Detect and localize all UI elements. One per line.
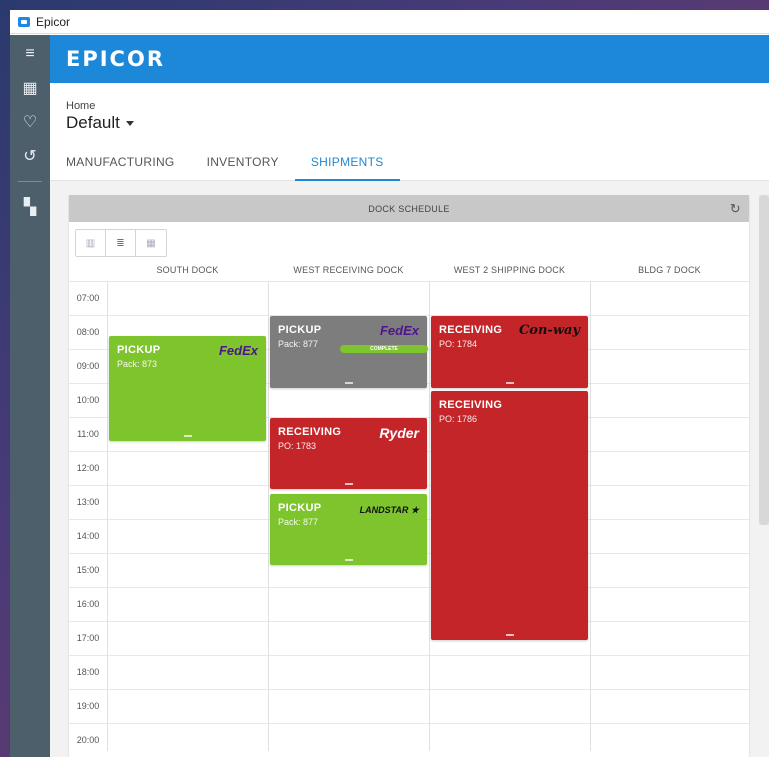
hour-row: 18:00 [69, 655, 749, 689]
resize-handle[interactable] [344, 559, 353, 561]
landstar-logo: LANDSTAR ★ [359, 505, 419, 515]
hour-label: 16:00 [76, 599, 100, 609]
fedex-logo: FedEx [218, 343, 258, 358]
hour-row: 17:00 [69, 621, 749, 655]
schedule-event-pickup-fedex-877[interactable]: PICKUP Pack: 877 FedEx COMPLETE [270, 316, 428, 388]
column-divider [107, 281, 108, 751]
panel-header: DOCK SCHEDULE ↻ [69, 195, 749, 222]
hour-row: 07:00 [69, 281, 749, 315]
hour-label: 07:00 [76, 293, 100, 303]
event-reference: Pack: 873 [117, 359, 158, 369]
window-title: Epicor [36, 14, 71, 29]
hour-label: 12:00 [76, 463, 100, 473]
hour-row: 20:00 [69, 723, 749, 751]
list-view-icon[interactable]: ≣ [106, 230, 136, 256]
dashboard-selector[interactable]: Default [66, 113, 134, 133]
schedule-event-pickup-landstar-877[interactable]: PICKUP Pack: 877 LANDSTAR ★ [270, 494, 427, 565]
resize-handle[interactable] [344, 382, 353, 384]
schedule-event-receiving-1786[interactable]: RECEIVING PO: 1786 [431, 391, 588, 640]
hour-row: 16:00 [69, 587, 749, 621]
menu-icon[interactable]: ≡ [10, 37, 50, 71]
hour-label: 14:00 [76, 531, 100, 541]
column-header-bldg-7-dock: BLDG 7 DOCK [638, 265, 701, 275]
hour-label: 18:00 [76, 667, 100, 677]
refresh-icon[interactable]: ↻ [730, 201, 741, 217]
event-type: RECEIVING [439, 399, 503, 411]
column-header-west-2-shipping-dock: WEST 2 SHIPPING DOCK [453, 265, 566, 275]
epicor-logo: EPICOR [66, 47, 165, 71]
schedule-event-pickup-fedex-873[interactable]: PICKUP Pack: 873 FedEx [109, 336, 266, 441]
event-reference: PO: 1783 [278, 441, 317, 451]
conway-logo: Con-way [518, 323, 580, 338]
schedule-event-receiving-conway-1784[interactable]: RECEIVING PO: 1784 Con-way [431, 316, 588, 388]
event-reference: Pack: 877 [278, 517, 319, 527]
grid-view-icon[interactable]: ▦ [136, 230, 166, 256]
column-divider [590, 281, 591, 751]
vertical-scrollbar[interactable] [759, 195, 769, 525]
column-divider [429, 281, 430, 751]
app-window: Epicor ≡ ▦ ♡ ↺ ▚ EPICOR Home Default MAN… [10, 10, 769, 757]
dashboard-selector-label: Default [66, 113, 120, 132]
resize-handle[interactable] [505, 382, 514, 384]
tab-bar: MANUFACTURING INVENTORY SHIPMENTS [50, 143, 769, 181]
hour-label: 20:00 [76, 735, 100, 745]
tab-manufacturing[interactable]: MANUFACTURING [50, 143, 191, 181]
dock-schedule-panel: DOCK SCHEDULE ↻ ▥ ≣ ▦ SOUTH DOCK WEST RE… [69, 195, 749, 757]
hour-label: 10:00 [76, 395, 100, 405]
hour-row: 19:00 [69, 689, 749, 723]
resize-handle[interactable] [505, 634, 514, 636]
sidebar: ≡ ▦ ♡ ↺ ▚ [10, 35, 50, 757]
status-badge: COMPLETE [340, 345, 428, 353]
dashboard-area: DOCK SCHEDULE ↻ ▥ ≣ ▦ SOUTH DOCK WEST RE… [50, 181, 769, 757]
ryder-logo: Ryder [379, 425, 419, 441]
epicor-app-icon [18, 16, 30, 27]
app-header: EPICOR [50, 35, 769, 83]
hour-label: 15:00 [76, 565, 100, 575]
column-view-icon[interactable]: ▥ [76, 230, 106, 256]
hour-label: 09:00 [76, 361, 100, 371]
event-reference: PO: 1786 [439, 414, 478, 424]
chevron-down-icon [125, 120, 134, 126]
apps-grid-icon[interactable]: ▦ [10, 71, 50, 105]
resize-handle[interactable] [344, 483, 353, 485]
event-reference: PO: 1784 [439, 339, 478, 349]
tab-shipments[interactable]: SHIPMENTS [294, 143, 400, 181]
hour-label: 13:00 [76, 497, 100, 507]
view-toggle-group: ▥ ≣ ▦ [75, 229, 167, 257]
title-bar: Epicor [10, 10, 769, 34]
panel-title: DOCK SCHEDULE [368, 203, 450, 214]
resize-handle[interactable] [183, 435, 192, 437]
tab-inventory[interactable]: INVENTORY [191, 143, 295, 181]
fedex-logo: FedEx [379, 323, 419, 338]
dashboard-icon[interactable]: ▚ [10, 190, 50, 224]
hour-label: 19:00 [76, 701, 100, 711]
column-divider [268, 281, 269, 751]
main-content: Home Default MANUFACTURING INVENTORY SHI… [50, 83, 769, 757]
sidebar-divider [18, 181, 42, 182]
column-header-south-dock: SOUTH DOCK [156, 265, 219, 275]
breadcrumb[interactable]: Home [66, 100, 95, 112]
schedule-event-receiving-ryder-1783[interactable]: RECEIVING PO: 1783 Ryder [270, 418, 427, 489]
hour-label: 17:00 [76, 633, 100, 643]
favorites-heart-icon[interactable]: ♡ [10, 105, 50, 139]
column-header-west-receiving-dock: WEST RECEIVING DOCK [293, 265, 404, 275]
hour-label: 11:00 [77, 429, 99, 439]
history-icon[interactable]: ↺ [10, 139, 50, 173]
hour-label: 08:00 [76, 327, 100, 337]
schedule-grid: 07:00 08:00 09:00 10:00 11:00 12:00 13:0… [69, 281, 749, 751]
